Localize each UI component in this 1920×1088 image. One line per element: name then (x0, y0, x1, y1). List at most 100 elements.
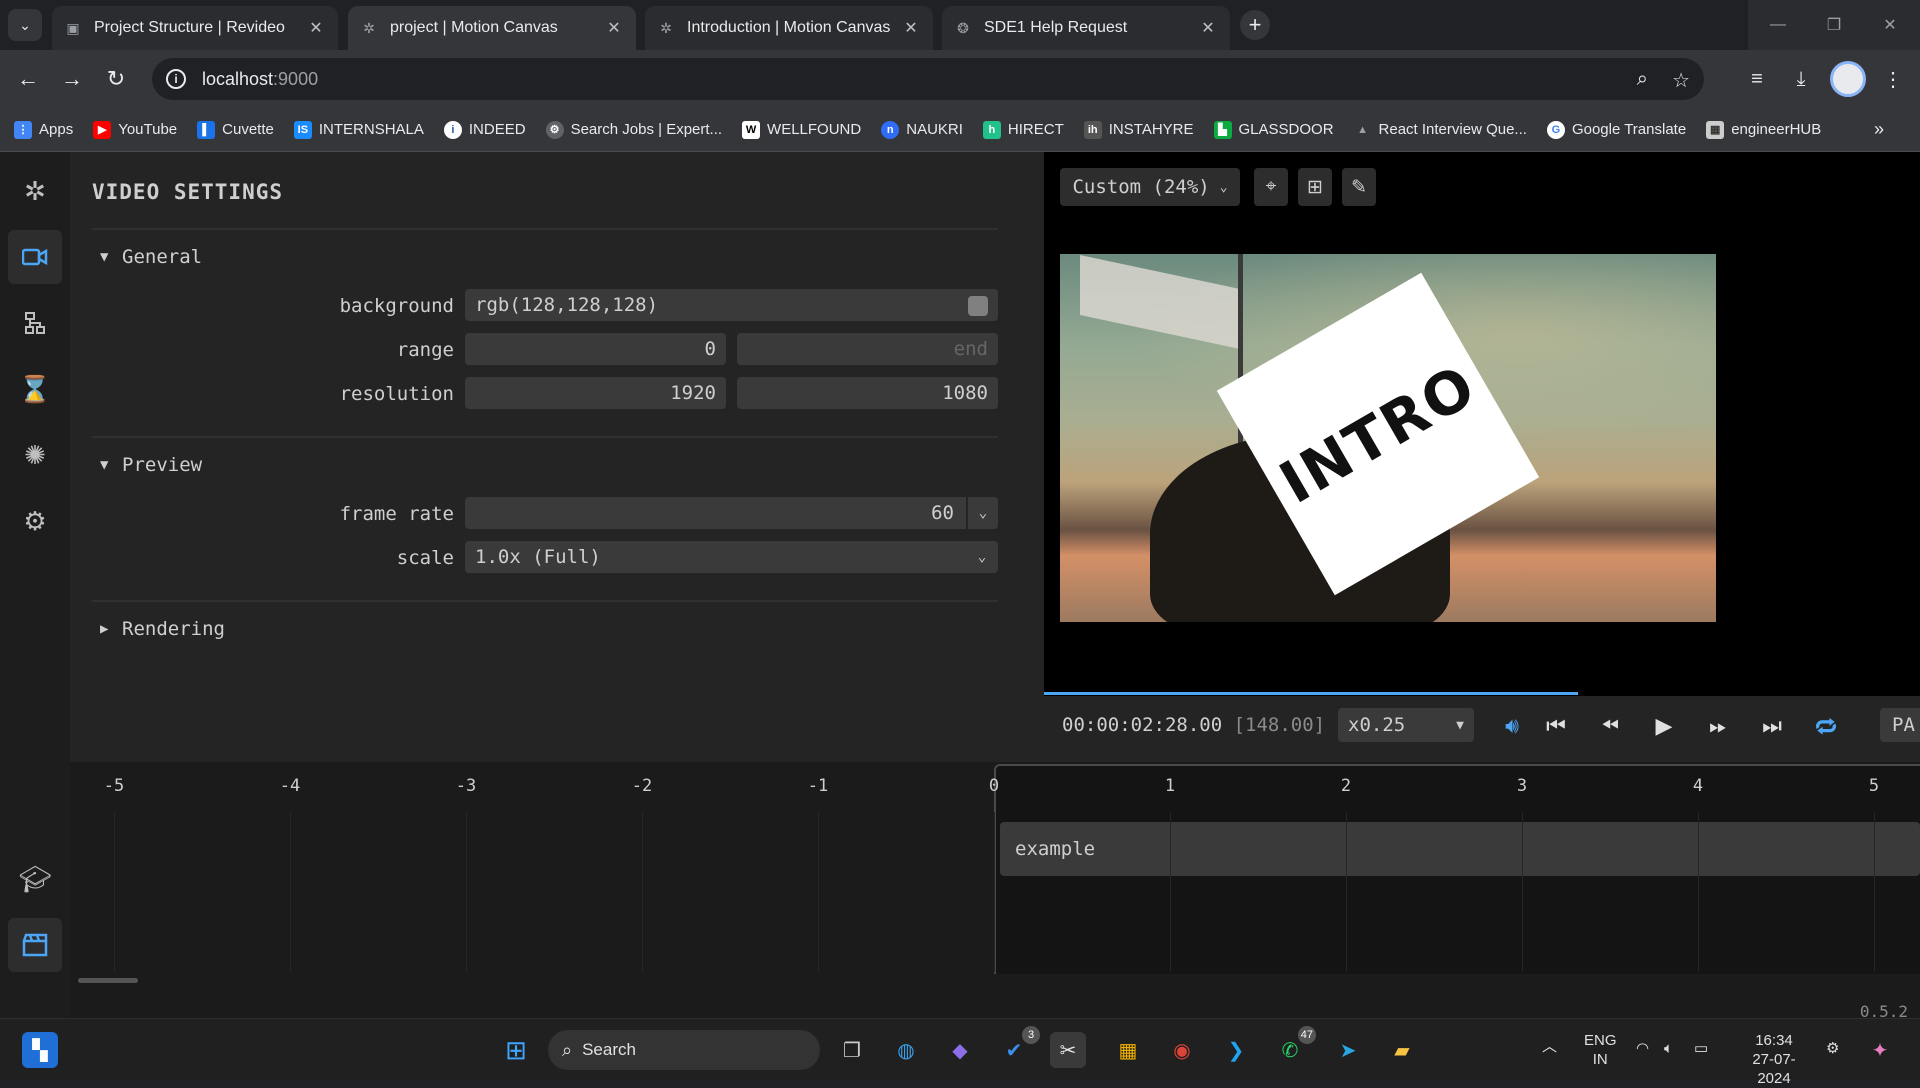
site-info-icon[interactable]: i (166, 69, 186, 89)
background-color-field[interactable]: rgb(128,128,128) (465, 289, 998, 321)
wifi-icon[interactable]: ◠ (1636, 1039, 1649, 1058)
widgets-icon[interactable]: ▚ (22, 1032, 58, 1068)
group-general-header[interactable]: ▼ General (100, 246, 202, 268)
forward-icon[interactable]: → (56, 63, 88, 95)
scale-select[interactable]: 1.0x (Full) ⌄ (465, 541, 998, 573)
chevron-up-icon[interactable]: ︿ (1542, 1037, 1557, 1056)
window-close-icon[interactable]: ✕ (1862, 0, 1918, 50)
chevron-down-icon[interactable]: ⌄ (966, 497, 998, 529)
fast-forward-icon[interactable]: ⏩︎ (1702, 710, 1734, 742)
close-icon[interactable]: ✕ (901, 18, 921, 38)
bookmark-star-icon[interactable]: ☆ (1672, 68, 1690, 93)
bookmark-react-interview[interactable]: ▲ React Interview Que... (1353, 120, 1527, 139)
bookmark-naukri[interactable]: n NAUKRI (881, 120, 963, 139)
timeline-clip[interactable]: example (1000, 822, 1920, 876)
clapperboard-icon[interactable] (8, 918, 62, 972)
copilot-preview-icon[interactable]: ✦ (1862, 1032, 1898, 1068)
more-menu-icon[interactable]: ⋮ (1878, 64, 1908, 94)
windows-start-icon[interactable]: ⊞ (498, 1032, 534, 1068)
volume-icon[interactable]: 🔊︎ (1496, 710, 1528, 742)
snipping-tool-icon[interactable]: ✂ (1050, 1032, 1086, 1068)
zoom-icon[interactable]: ⌕ (1637, 68, 1648, 91)
zoom-select[interactable]: Custom (24%) ⌄ (1060, 168, 1240, 206)
microsoft-store-icon[interactable]: ▦ (1110, 1032, 1146, 1068)
rewind-icon[interactable]: ⏪︎ (1594, 710, 1626, 742)
timeline-ruler[interactable]: -5 -4 -3 -2 -1 0 1 2 3 4 5 (70, 762, 1920, 812)
bookmark-glassdoor[interactable]: ▙ GLASSDOOR (1213, 120, 1334, 139)
whatsapp-icon[interactable]: ✆ 47 (1272, 1026, 1316, 1068)
bookmark-apps[interactable]: ⋮ Apps (14, 120, 73, 139)
telegram-icon[interactable]: ➤ (1330, 1032, 1366, 1068)
graduation-cap-icon[interactable]: 🎓︎ (8, 852, 62, 906)
motion-canvas-logo-icon[interactable]: ✲ (8, 164, 62, 218)
play-icon[interactable]: ▶ (1648, 710, 1680, 742)
vscode-extension-icon[interactable]: ✔ 3 (996, 1026, 1040, 1068)
media-control-icon[interactable]: ≡ (1742, 64, 1772, 94)
gear-icon[interactable]: ⚙ (8, 494, 62, 548)
edge-icon[interactable]: ◍ (888, 1032, 924, 1068)
task-view-icon[interactable]: ❐ (834, 1032, 870, 1068)
minimize-icon[interactable]: — (1750, 0, 1806, 50)
bookmark-youtube[interactable]: ▶ YouTube (93, 120, 177, 139)
group-preview-header[interactable]: ▼ Preview (100, 454, 202, 476)
bookmark-search-jobs[interactable]: ⚙ Search Jobs | Expert... (545, 120, 722, 139)
close-icon[interactable]: ✕ (604, 18, 624, 38)
vscode-icon[interactable]: ❯ (1218, 1032, 1254, 1068)
bookmark-hirect[interactable]: h HIRECT (982, 120, 1064, 139)
color-swatch[interactable] (968, 296, 988, 316)
avatar[interactable] (1830, 61, 1866, 97)
bookmark-cuvette[interactable]: ▌ Cuvette (197, 120, 274, 139)
tab-motion-canvas-project[interactable]: ✲ project | Motion Canvas ✕ (348, 6, 636, 50)
group-rendering-header[interactable]: ▶ Rendering (100, 618, 225, 640)
file-explorer-icon[interactable]: ▰ (1384, 1032, 1420, 1068)
video-settings-icon[interactable] (8, 230, 62, 284)
loop-icon[interactable]: 🔁︎ (1810, 710, 1842, 742)
bookmark-indeed[interactable]: i INDEED (443, 120, 526, 139)
tab-revideo[interactable]: ▣ Project Structure | Revideo ✕ (52, 6, 338, 50)
bookmark-engineerhub[interactable]: ▦ engineerHUB (1706, 120, 1821, 139)
back-icon[interactable]: ← (12, 63, 44, 95)
chrome-icon[interactable]: ◉ (1164, 1032, 1200, 1068)
skip-start-icon[interactable]: ⏮︎ (1540, 710, 1572, 742)
resolution-width-input[interactable]: 1920 (465, 377, 726, 409)
battery-icon[interactable]: ▭ (1694, 1039, 1708, 1058)
close-icon[interactable]: ✕ (1198, 18, 1218, 38)
speaker-icon[interactable]: 🔈︎ (1664, 1039, 1673, 1058)
close-icon[interactable]: ✕ (306, 18, 326, 38)
reload-icon[interactable]: ↻ (100, 63, 132, 95)
taskbar-search[interactable]: ⌕ Search (548, 1030, 820, 1070)
clock[interactable]: 16:34 27-07-2024 (1736, 1031, 1812, 1088)
notifications-icon[interactable]: ⚙ (1826, 1039, 1839, 1058)
frame-rate-input[interactable]: 60 ⌄ (465, 497, 998, 529)
color-picker-icon[interactable]: ✎ (1342, 168, 1376, 206)
bookmark-internshala[interactable]: IS INTERNSHALA (293, 120, 424, 139)
skip-end-icon[interactable]: ⏭︎ (1756, 710, 1788, 742)
tab-motion-canvas-intro[interactable]: ✲ Introduction | Motion Canvas ✕ (645, 6, 933, 50)
scene-graph-icon[interactable] (8, 296, 62, 350)
resolution-height-input[interactable]: 1080 (737, 377, 998, 409)
hourglass-icon[interactable]: ⌛ (8, 362, 62, 416)
range-end-input[interactable]: end (737, 333, 998, 365)
speed-select[interactable]: x0.25 ▼ (1338, 708, 1474, 742)
address-bar[interactable]: i localhost:9000 ⌕ ☆ (152, 58, 1704, 100)
tab-search-button[interactable]: ⌄ (8, 9, 42, 41)
new-tab-button[interactable]: + (1240, 10, 1270, 40)
range-start-input[interactable]: 0 (465, 333, 726, 365)
preview-canvas[interactable]: INTRO (1060, 254, 1716, 622)
copilot-icon[interactable]: ◆ (942, 1032, 978, 1068)
chevron-double-right-icon[interactable]: » (1874, 119, 1884, 140)
timeline-scrollbar[interactable] (78, 978, 138, 983)
bookmark-wellfound[interactable]: W WELLFOUND (742, 120, 861, 139)
playback-progress[interactable] (1044, 692, 1578, 695)
language-indicator[interactable]: ENG IN (1584, 1031, 1617, 1069)
grid-icon[interactable]: ⊞ (1298, 168, 1332, 206)
download-icon[interactable]: ⤓ (1786, 64, 1816, 94)
bookmark-instahyre[interactable]: ih INSTAHYRE (1083, 120, 1194, 139)
recenter-icon[interactable]: ⌖ (1254, 168, 1288, 206)
debug-bug-icon[interactable]: ✺ (8, 428, 62, 482)
restore-icon[interactable]: ❐ (1806, 0, 1862, 50)
tab-sde1-help[interactable]: ❂ SDE1 Help Request ✕ (942, 6, 1230, 50)
pa-button[interactable]: PA (1880, 708, 1920, 742)
bookmark-google-translate[interactable]: G Google Translate (1546, 120, 1686, 139)
time-value: 00:00:02:28.00 (1062, 714, 1223, 736)
